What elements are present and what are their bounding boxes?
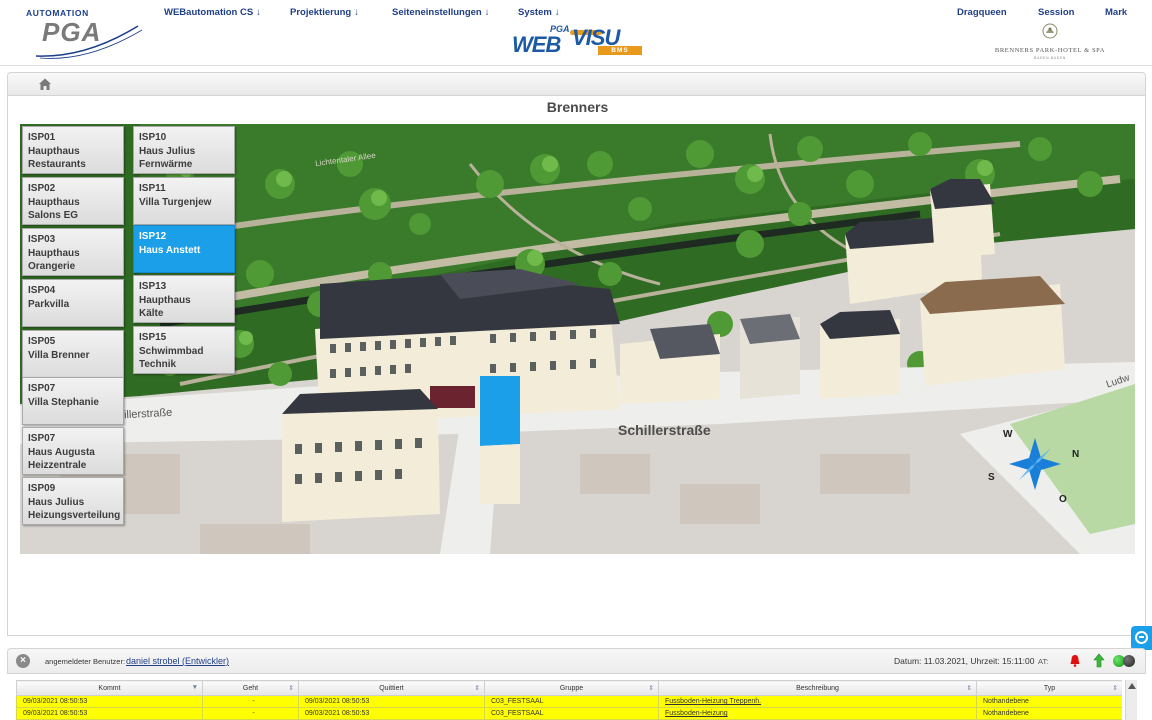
cell-gruppe: C03_FESTSAAL <box>484 707 659 720</box>
nav-label: Seiteneinstellungen <box>392 7 482 18</box>
cell-typ: Nothandebene <box>976 695 1122 708</box>
nav-label: WEBautomation CS <box>164 7 254 18</box>
cell-geht: - <box>202 695 299 708</box>
chevron-down-icon: ↓ <box>354 7 359 18</box>
cell-quittiert: 09/03/2021 08:50:53 <box>298 695 485 708</box>
column-label: Geht <box>242 684 259 692</box>
sort-icon: ⇕ <box>648 685 654 692</box>
compass-label-o: O <box>1059 494 1067 505</box>
pga-automation-logo[interactable]: AUTOMATION PGA <box>26 8 146 60</box>
isp-button-isp02[interactable]: ISP02 Haupthaus Salons EG <box>22 177 124 225</box>
chevron-down-icon: ↓ <box>256 7 261 18</box>
isp-button-isp15[interactable]: ISP15 Schwimmbad Technik <box>133 326 235 374</box>
close-icon[interactable]: × <box>16 654 30 668</box>
date-time-readout: Datum: 11.03.2021, Uhrzeit: 15:11:00 <box>894 656 1035 666</box>
nav-label: Projektierung <box>290 7 352 18</box>
isp-button-isp09[interactable]: ISP09 Haus Julius Heizungsverteilung <box>22 477 124 525</box>
page-toolbar <box>7 72 1146 96</box>
column-label: Gruppe <box>559 684 584 692</box>
table-row[interactable]: 09/03/2021 08:50:53 - 09/03/2021 08:50:5… <box>16 707 1122 720</box>
compass-label-s: S <box>988 472 995 483</box>
sort-icon: ⇕ <box>288 685 294 692</box>
street-label-main: Schillerstraße <box>618 422 711 438</box>
alarm-table-scrollbar[interactable] <box>1125 680 1137 720</box>
column-header-geht[interactable]: Geht ⇕ <box>202 680 299 696</box>
column-header-kommt[interactable]: Kommt ▼ <box>16 680 203 696</box>
column-label: Beschreibung <box>796 684 839 692</box>
nav-mark[interactable]: Mark <box>1105 7 1127 18</box>
column-header-gruppe[interactable]: Gruppe ⇕ <box>484 680 659 696</box>
isp-button-isp13[interactable]: ISP13 Haupthaus Kälte <box>133 275 235 323</box>
table-row[interactable]: 09/03/2021 08:50:53 - 09/03/2021 08:50:5… <box>16 695 1122 708</box>
logged-in-user-label: angemeldeter Benutzer: <box>45 657 126 666</box>
isp-button-isp04[interactable]: ISP04 Parkvilla <box>22 279 124 327</box>
isp-button-isp10[interactable]: ISP10 Haus Julius Fernwärme <box>133 126 235 174</box>
site-map: Lichtentaler Allee Schillerstraße illers… <box>20 124 1135 554</box>
nav-webautomation[interactable]: WEBautomation CS ↓ <box>164 7 261 18</box>
webvisu-bms-logo: PGA WEB VISU BMS <box>510 22 645 58</box>
hotel-crest-icon <box>1042 23 1058 39</box>
arrow-up-icon[interactable] <box>1093 653 1105 668</box>
cell-kommt: 09/03/2021 08:50:53 <box>16 695 203 708</box>
compass-label-n: N <box>1072 449 1080 460</box>
remote-support-icon <box>1135 631 1148 644</box>
alarm-table: Kommt ▼ Geht ⇕ Quittiert ⇕ Gruppe ⇕ Beschrei… <box>16 680 1122 720</box>
nav-label: System <box>518 7 552 18</box>
sort-icon: ⇕ <box>966 685 972 692</box>
alarm-status-bar: × angemeldeter Benutzer: daniel strobel … <box>7 648 1146 674</box>
logged-in-user-link[interactable]: daniel strobel (Entwickler) <box>126 656 229 666</box>
isp-button-isp12[interactable]: ISP12 Haus Anstett <box>133 225 235 273</box>
nav-session[interactable]: Session <box>1038 7 1074 18</box>
chevron-down-icon: ↓ <box>554 7 560 18</box>
cell-kommt: 09/03/2021 08:50:53 <box>16 707 203 720</box>
column-label: Typ <box>1043 684 1056 692</box>
remote-support-tab[interactable] <box>1131 626 1152 650</box>
isp-button-isp01[interactable]: ISP01 Haupthaus Restaurants <box>22 126 124 174</box>
at-label: AT: <box>1038 657 1049 666</box>
column-header-quittiert[interactable]: Quittiert ⇕ <box>298 680 485 696</box>
nav-dragqueen[interactable]: Dragqueen <box>957 7 1007 18</box>
sort-icon: ⇕ <box>474 685 480 692</box>
status-offline-indicator-icon[interactable] <box>1123 655 1135 667</box>
isp-button-isp05[interactable]: ISP05 Villa Brenner <box>22 330 124 378</box>
cell-geht: - <box>202 707 299 720</box>
column-label: Quittiert <box>379 684 404 692</box>
hotel-subtitle: BADEN-BADEN <box>1034 56 1066 60</box>
main-panel: Brenners Lichtentaler Allee Schillerstra… <box>7 96 1146 636</box>
page-title: Brenners <box>546 99 609 115</box>
cell-gruppe: C03_FESTSAAL <box>484 695 659 708</box>
nav-seiteneinstellungen[interactable]: Seiteneinstellungen ↓ <box>392 7 490 18</box>
column-label: Kommt <box>98 684 121 692</box>
cell-beschreibung-link[interactable]: Fussboden-Heizung Treppenh. <box>658 695 977 708</box>
isp-button-isp11[interactable]: ISP11 Villa Turgenjew <box>133 177 235 225</box>
app-header: AUTOMATION PGA WEBautomation CS ↓ Projekt… <box>0 0 1152 66</box>
logo-bms-text: BMS <box>598 46 642 55</box>
cell-beschreibung-link[interactable]: Fussboden-Heizung <box>658 707 977 720</box>
compass-label-w: W <box>1003 429 1013 440</box>
hotel-name: BRENNERS PARK-HOTEL & SPA <box>994 47 1106 54</box>
street-label-left: illerstraße <box>123 406 173 422</box>
sort-icon: ⇕ <box>1112 685 1118 692</box>
logo-main-text: PGA <box>42 17 102 47</box>
column-header-beschreibung[interactable]: Beschreibung ⇕ <box>658 680 977 696</box>
home-icon[interactable] <box>38 77 52 91</box>
alarm-table-container: Kommt ▼ Geht ⇕ Quittiert ⇕ Gruppe ⇕ Beschrei… <box>16 680 1122 720</box>
isp-button-isp07-stephanie[interactable]: ISP07 Villa Stephanie <box>22 377 124 425</box>
scroll-up-icon[interactable] <box>1128 683 1136 689</box>
alarm-bell-icon[interactable] <box>1069 654 1081 667</box>
isp-button-isp07-augusta[interactable]: ISP07 Haus Augusta Heizzentrale <box>22 427 124 475</box>
cell-quittiert: 09/03/2021 08:50:53 <box>298 707 485 720</box>
column-header-typ[interactable]: Typ ⇕ <box>976 680 1122 696</box>
nav-projektierung[interactable]: Projektierung ↓ <box>290 7 359 18</box>
chevron-down-icon: ↓ <box>484 7 490 18</box>
hotel-logo: BRENNERS PARK-HOTEL & SPA BADEN-BADEN <box>990 22 1110 62</box>
isp-button-isp03[interactable]: ISP03 Haupthaus Orangerie <box>22 228 124 276</box>
logo-web-text: WEB <box>512 32 561 57</box>
cell-typ: Nothandebene <box>976 707 1122 720</box>
sort-desc-icon: ▼ <box>191 684 198 691</box>
nav-system[interactable]: System ↓ <box>518 7 560 18</box>
